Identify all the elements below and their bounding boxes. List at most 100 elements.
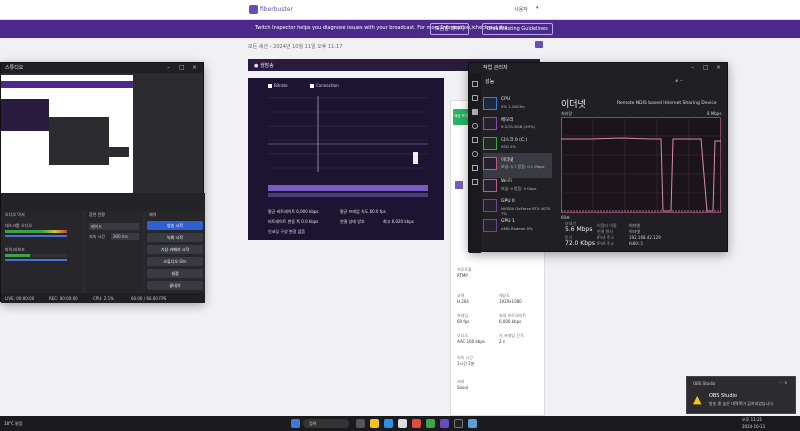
stat-value: Seoul [457,385,469,390]
perf-thumb [483,137,497,150]
toast-app: OBS Studio [693,381,716,386]
settings-button[interactable]: 설정 [147,269,203,278]
volume-slider[interactable] [5,235,67,237]
file-explorer-icon[interactable] [370,419,379,428]
timeline-track[interactable] [268,193,428,197]
bitrate-chart [268,96,428,172]
twitch-icon[interactable] [440,419,449,428]
toast-notification[interactable]: OBS Studio ··· × ▲ OBS Studio 방송 중 높은 대역… [686,376,796,414]
stat-value: AAC 160 kbps [457,339,485,344]
status-cpu: CPU: 2.1% [93,296,114,301]
taskbar: 18°C 맑음 검색 오후 11:21 2024-10-11 [0,416,800,431]
bitrate-chart-panel: Bitrate Connection 평균 비트레이트 6,000 kbps 평… [248,78,444,240]
processes-icon[interactable] [472,95,478,101]
clock-date[interactable]: 2024-10-11 [742,424,765,429]
stat-bitrate-variance: 비트레이트 변동 폭 0.0 kbps [268,219,319,224]
store-icon[interactable] [398,419,407,428]
task-manager-window: 작업 관리자 – □ × 성능 ⊕ ··· CPU 5% 1.26GHz 메모리 9… [468,62,728,253]
chevron-down-icon[interactable]: ▾ [536,5,539,11]
volume-meter [5,230,67,233]
controls-title: 제어 [149,212,157,217]
obs-titlebar: 스튜디오 – □ × [1,63,203,73]
stat-value: RTMP [457,273,468,278]
performance-icon[interactable] [472,109,478,115]
user-menu[interactable]: 사용자 [514,6,528,13]
preview-banner [1,81,133,88]
prop-label: IPv6 주소 [597,241,615,246]
audio-mixer-dock: 오디오 믹서 데스크톱 오디오 마이크/보조 [1,211,83,293]
close-icon[interactable]: × [716,63,721,73]
settings-icon[interactable] [535,41,543,48]
status-rec: REC: 00:00:00 [49,296,78,301]
task-view-icon[interactable] [356,419,365,428]
session-view-button[interactable]: 세션 보기 [453,109,469,125]
taskbar-search[interactable]: 검색 [303,419,349,428]
duration-input[interactable]: 300 ms [111,233,139,240]
start-recording-button[interactable]: 녹화 시작 [147,233,203,242]
menu-icon[interactable] [472,81,478,87]
status-live: LIVE: 00:00:00 [5,296,35,301]
toast-body: 방송 중 높은 대역폭이 감지되었습니다 [709,401,773,406]
timeline-bar[interactable] [268,185,428,191]
start-icon[interactable] [291,419,300,428]
edge-icon[interactable] [384,419,393,428]
throughput-graph [561,117,721,213]
services-icon[interactable] [472,179,478,185]
app-icon[interactable] [426,419,435,428]
details-icon[interactable] [472,165,478,171]
guidelines-button[interactable]: Broadcasting Guidelines [482,23,553,35]
perf-thumb [483,219,497,232]
chrome-icon[interactable] [412,419,421,428]
exit-button[interactable]: 끝내기 [147,281,203,290]
duration-label: 지속 시간 [89,234,105,239]
prop-value: fe80::1 [629,241,644,246]
run-task-icon[interactable]: ⊕ ··· [675,78,683,83]
stat-avg-bitrate: 평균 비트레이트 6,000 kbps [268,209,319,214]
task-manager-icon[interactable] [468,419,477,428]
obs-icon[interactable] [454,419,463,428]
minimize-icon[interactable]: – [691,63,694,73]
stat-avg-fps: 평균 프레임 속도 60.0 fps [340,209,386,214]
clock-time[interactable]: 오후 11:21 [742,417,762,423]
breadcrumb[interactable]: 모든 세션 › 2024년 10월 11일 오후 11:17 [248,43,342,50]
prop-value: 192.168.42.129 [629,235,661,240]
scene-transition-dock: 장면 전환 페이드 지속 시간 300 ms [85,211,143,293]
weather-widget[interactable]: 18°C 맑음 [4,421,23,427]
perf-item-gpu1[interactable]: GPU 1 AMD Radeon 0% [483,215,552,240]
minimize-icon[interactable]: – [167,63,170,73]
stat-value: 6,000 kbps [499,319,522,324]
maximize-icon[interactable]: □ [179,63,185,73]
toast-title: OBS Studio [709,393,737,399]
controls-dock: 제어 방송 시작 녹화 시작 가상 카메라 시작 스튜디오 모드 설정 끝내기 [145,211,205,293]
site-logo[interactable]: fiberbuster [260,6,293,13]
perf-thumb [483,157,497,170]
history-icon[interactable] [472,123,478,129]
site-logo-icon [249,5,258,14]
mixer-row-label: 마이크/보조 [5,247,25,252]
toast-more-icon[interactable]: ··· × [779,380,787,385]
obs-preview[interactable] [1,75,133,193]
maximize-icon[interactable]: □ [703,63,709,73]
preview-toast [101,147,129,157]
users-icon[interactable] [472,151,478,157]
studio-mode-button[interactable]: 스튜디오 모드 [147,257,203,266]
perf-thumb [483,97,497,110]
info-banner: Twitch Inspector helps you diagnose issu… [0,20,800,38]
stat-connection: 연결 상태 양호 [340,219,365,224]
close-icon[interactable]: × [192,63,197,73]
adapter-name: Remote NDIS based Internet Sharing Devic… [617,101,717,106]
detail-heading: 이더넷 [561,100,586,110]
banner-message: Twitch Inspector helps you diagnose issu… [255,25,508,31]
start-streaming-button[interactable]: 방송 시작 [147,221,203,230]
close-icon[interactable]: × [471,25,475,31]
mixer-row-label: 데스크톱 오디오 [5,223,33,228]
help-page-button[interactable]: 도움말 페이지 [430,23,470,35]
legend-bitrate: Bitrate [274,83,288,88]
graph-max: 8 Mbps [707,111,722,116]
startup-icon[interactable] [472,137,478,143]
virtual-camera-button[interactable]: 가상 카메라 시작 [147,245,203,254]
preview-chart [1,99,49,131]
legend-connection: Connection [316,83,339,88]
volume-slider[interactable] [5,259,67,261]
transition-select[interactable]: 페이드 [89,223,139,230]
